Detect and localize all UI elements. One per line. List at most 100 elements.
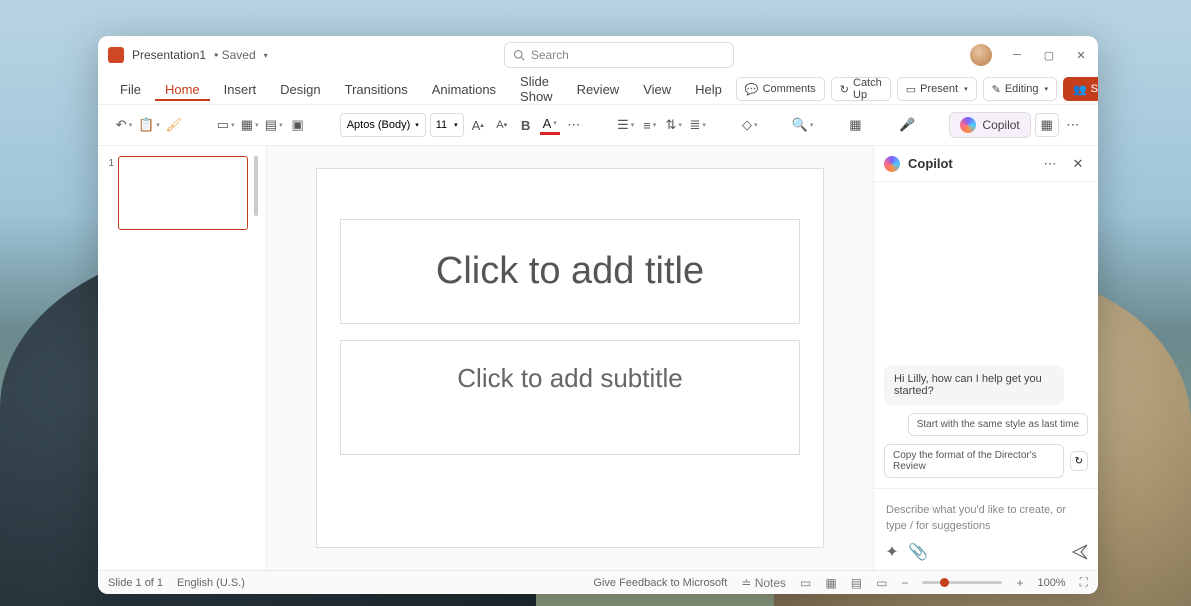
save-status[interactable]: • Saved — [214, 48, 256, 62]
attach-icon[interactable]: 📎 — [910, 544, 926, 560]
menu-insert[interactable]: Insert — [214, 78, 267, 101]
app-window: Presentation1 • Saved ▾ Search ─ ▢ ✕ Fil… — [98, 36, 1098, 594]
fit-to-window-button[interactable]: ⛶ — [1080, 575, 1088, 590]
undo-button[interactable]: ↶ — [114, 115, 134, 135]
grid-icon[interactable]: ▦ — [1035, 113, 1059, 137]
thumb-number: 1 — [104, 156, 114, 230]
maximize-button[interactable]: ▢ — [1042, 48, 1056, 62]
bold-button[interactable]: B — [516, 115, 536, 135]
comment-icon: 💬 — [745, 83, 759, 96]
find-button[interactable]: 🔍 — [792, 115, 814, 135]
menu-design[interactable]: Design — [270, 78, 330, 101]
content-area: 1 Click to add title Click to add subtit… — [98, 146, 1098, 570]
section-button[interactable]: ▤ — [264, 115, 284, 135]
zoom-in-button[interactable]: + — [1016, 576, 1023, 590]
catchup-button[interactable]: ↻Catch Up — [831, 77, 891, 101]
align-button[interactable]: ≣ — [688, 115, 708, 135]
present-button[interactable]: ▭Present▾ — [897, 77, 977, 101]
numbering-button[interactable]: ≡ — [640, 115, 660, 135]
copilot-input[interactable]: Describe what you'd like to create, or t… — [884, 497, 1088, 544]
powerpoint-icon — [108, 47, 124, 63]
ribbon: ↶ 📋 🖌 ▭ ▦ ▤ ▣ Aptos (Body)▾ 11▾ A▴ A▾ B … — [98, 104, 1098, 146]
share-button[interactable]: 👥Share▾ — [1063, 77, 1098, 101]
view-slideshow-icon[interactable]: ▭ — [876, 576, 887, 590]
sparkle-icon[interactable]: ✦ — [884, 544, 900, 560]
view-normal-icon[interactable]: ▭ — [800, 576, 811, 590]
document-title: Presentation1 — [132, 48, 206, 62]
bullets-button[interactable]: ☰ — [616, 115, 636, 135]
menu-file[interactable]: File — [110, 78, 151, 101]
copilot-suggestion-1[interactable]: Start with the same style as last time — [908, 413, 1088, 436]
people-icon: 👥 — [1073, 83, 1087, 96]
search-placeholder: Search — [531, 48, 569, 62]
copilot-button[interactable]: Copilot — [949, 112, 1030, 138]
zoom-thumb[interactable] — [940, 578, 949, 587]
menu-bar: File Home Insert Design Transitions Anim… — [98, 74, 1098, 104]
slide-canvas: Click to add title Click to add subtitle — [266, 146, 874, 570]
menu-help[interactable]: Help — [685, 78, 732, 101]
menu-transitions[interactable]: Transitions — [335, 78, 418, 101]
slide-thumbnail-1[interactable] — [118, 156, 248, 230]
copilot-chat-body: Hi Lilly, how can I help get you started… — [874, 182, 1098, 488]
copilot-greeting: Hi Lilly, how can I help get you started… — [884, 365, 1064, 405]
copilot-input-area: Describe what you'd like to create, or t… — [874, 488, 1098, 570]
copilot-panel-title: Copilot — [908, 156, 953, 171]
title-placeholder[interactable]: Click to add title — [340, 219, 800, 324]
editing-button[interactable]: ✎Editing▾ — [983, 77, 1057, 101]
slide[interactable]: Click to add title Click to add subtitle — [316, 168, 824, 548]
copilot-close-button[interactable]: ✕ — [1068, 154, 1088, 174]
zoom-slider[interactable] — [922, 581, 1002, 584]
paste-button[interactable]: 📋 — [138, 115, 160, 135]
slide-thumbnails-panel: 1 — [98, 146, 266, 570]
copilot-icon — [884, 156, 900, 172]
font-color-button[interactable]: A — [540, 115, 560, 135]
format-painter-button[interactable]: 🖌 — [164, 115, 184, 135]
status-bar: Slide 1 of 1 English (U.S.) Give Feedbac… — [98, 570, 1098, 594]
zoom-level[interactable]: 100% — [1037, 577, 1065, 589]
search-input[interactable]: Search — [504, 42, 734, 68]
language-status[interactable]: English (U.S.) — [177, 577, 245, 589]
menu-slideshow[interactable]: Slide Show — [510, 70, 563, 108]
user-avatar[interactable] — [970, 44, 992, 66]
save-status-chevron-icon[interactable]: ▾ — [264, 51, 268, 60]
dictate-button[interactable]: 🎤 — [897, 115, 917, 135]
increase-font-button[interactable]: A▴ — [468, 115, 488, 135]
copilot-suggestion-2[interactable]: Copy the format of the Director's Review — [884, 444, 1064, 478]
decrease-font-button[interactable]: A▾ — [492, 115, 512, 135]
shapes-button[interactable]: ◇ — [740, 115, 760, 135]
catchup-icon: ↻ — [840, 83, 849, 96]
view-sorter-icon[interactable]: ▦ — [825, 576, 836, 590]
designer-button[interactable]: ▦ — [845, 115, 865, 135]
copilot-refresh-button[interactable]: ↻ — [1070, 451, 1088, 471]
close-button[interactable]: ✕ — [1074, 48, 1088, 62]
picture-placeholder-icon[interactable]: ▣ — [288, 115, 308, 135]
ribbon-overflow-button[interactable]: ⋯ — [1063, 115, 1083, 135]
menu-home[interactable]: Home — [155, 78, 210, 101]
font-name-select[interactable]: Aptos (Body)▾ — [340, 113, 426, 137]
menu-review[interactable]: Review — [567, 78, 630, 101]
subtitle-placeholder[interactable]: Click to add subtitle — [340, 340, 800, 455]
menu-view[interactable]: View — [633, 78, 681, 101]
slide-position[interactable]: Slide 1 of 1 — [108, 577, 163, 589]
zoom-out-button[interactable]: − — [901, 576, 908, 590]
title-bar: Presentation1 • Saved ▾ Search ─ ▢ ✕ — [98, 36, 1098, 74]
thumbnail-scrollbar[interactable] — [254, 156, 258, 216]
comments-button[interactable]: 💬Comments — [736, 77, 825, 101]
notes-button[interactable]: ≐ Notes — [741, 576, 786, 590]
view-reading-icon[interactable]: ▤ — [851, 576, 862, 590]
send-button[interactable] — [1072, 544, 1088, 560]
copilot-panel: Copilot ⋯ ✕ Hi Lilly, how can I help get… — [874, 146, 1098, 570]
present-icon: ▭ — [906, 83, 916, 96]
menu-animations[interactable]: Animations — [422, 78, 506, 101]
search-icon — [513, 49, 525, 61]
feedback-link[interactable]: Give Feedback to Microsoft — [593, 577, 727, 589]
new-slide-button[interactable]: ▭ — [216, 115, 236, 135]
copilot-more-button[interactable]: ⋯ — [1040, 154, 1060, 174]
copilot-panel-header: Copilot ⋯ ✕ — [874, 146, 1098, 182]
layout-button[interactable]: ▦ — [240, 115, 260, 135]
font-size-select[interactable]: 11▾ — [430, 113, 464, 137]
copilot-icon — [960, 117, 976, 133]
minimize-button[interactable]: ─ — [1010, 48, 1024, 62]
line-spacing-button[interactable]: ⇅ — [664, 115, 684, 135]
more-font-button[interactable]: ⋯ — [564, 115, 584, 135]
